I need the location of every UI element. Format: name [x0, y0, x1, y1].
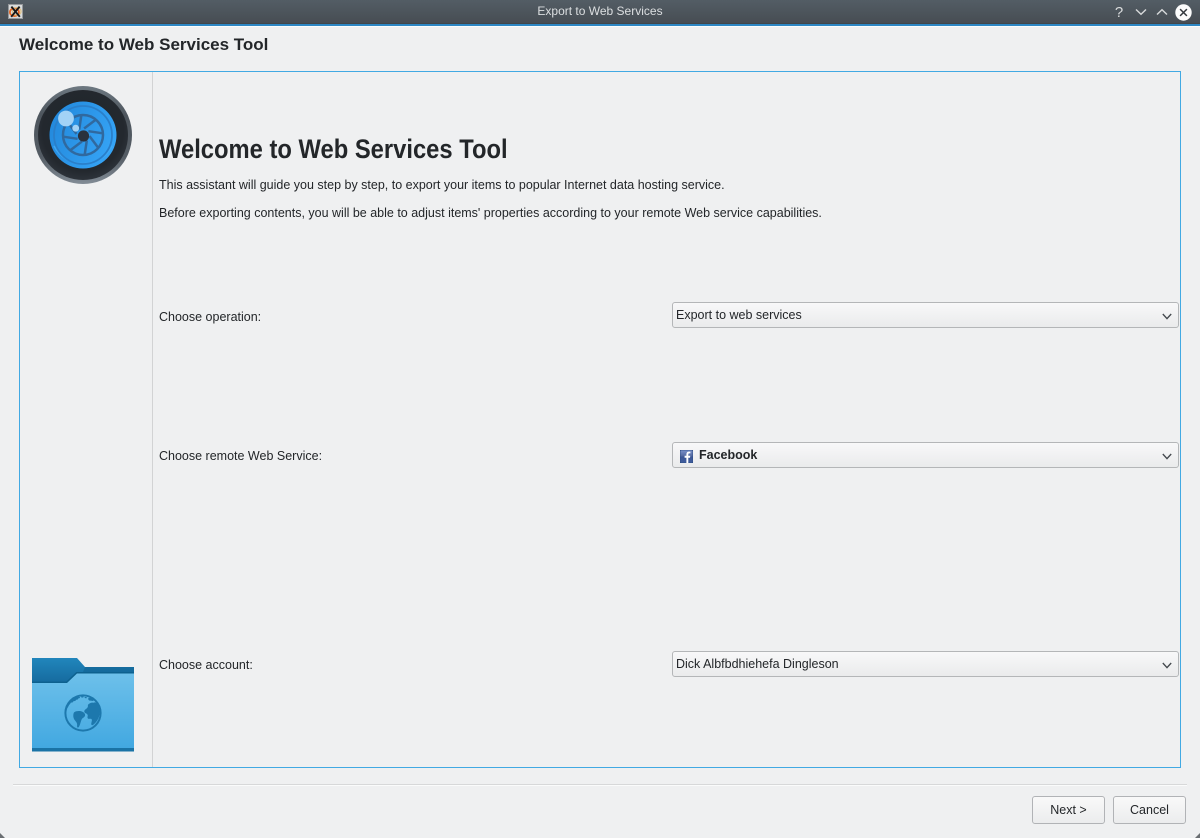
- svg-text:?: ?: [1115, 4, 1123, 20]
